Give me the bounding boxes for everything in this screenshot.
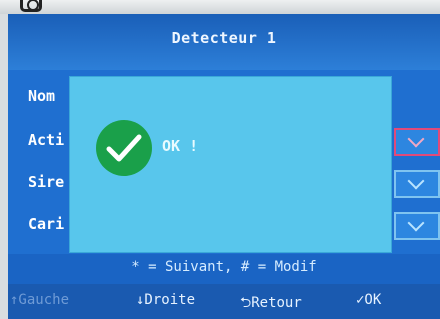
- help-bar: * = Suivant, # = Modif: [8, 254, 440, 284]
- menu-label: Sire: [28, 173, 65, 191]
- popup-message: OK !: [162, 137, 199, 155]
- device-screen: Detecteur 1 Nom Acti Sire Cari OK ! * = …: [8, 14, 440, 319]
- help-text: * = Suivant, # = Modif: [131, 259, 317, 275]
- menu-label: Cari: [28, 215, 65, 233]
- check-circle-icon: [96, 120, 152, 176]
- title-bar: Detecteur 1: [8, 14, 440, 70]
- activation-select[interactable]: [394, 128, 440, 156]
- nav-down-button[interactable]: ↓Droite: [136, 292, 195, 308]
- menu-label: Acti: [28, 131, 65, 149]
- nav-left-button[interactable]: ↑Gauche: [10, 292, 69, 308]
- menu-label: Nom: [28, 87, 56, 105]
- page-title: Detecteur 1: [171, 29, 277, 47]
- chevron-down-icon: [407, 172, 425, 190]
- camera-icon: [20, 0, 42, 12]
- chevron-down-icon: [407, 130, 425, 148]
- carillon-select[interactable]: [394, 212, 440, 240]
- nav-ok-button[interactable]: ✓OK: [356, 292, 381, 308]
- top-device-label: [0, 0, 440, 14]
- chevron-down-icon: [407, 214, 425, 232]
- nav-bar: ↑Gauche ↓Droite ⮌Retour ✓OK: [8, 284, 440, 319]
- sirene-select[interactable]: [394, 170, 440, 198]
- nav-back-button[interactable]: ⮌Retour: [240, 292, 302, 316]
- ok-popup: OK !: [70, 77, 391, 252]
